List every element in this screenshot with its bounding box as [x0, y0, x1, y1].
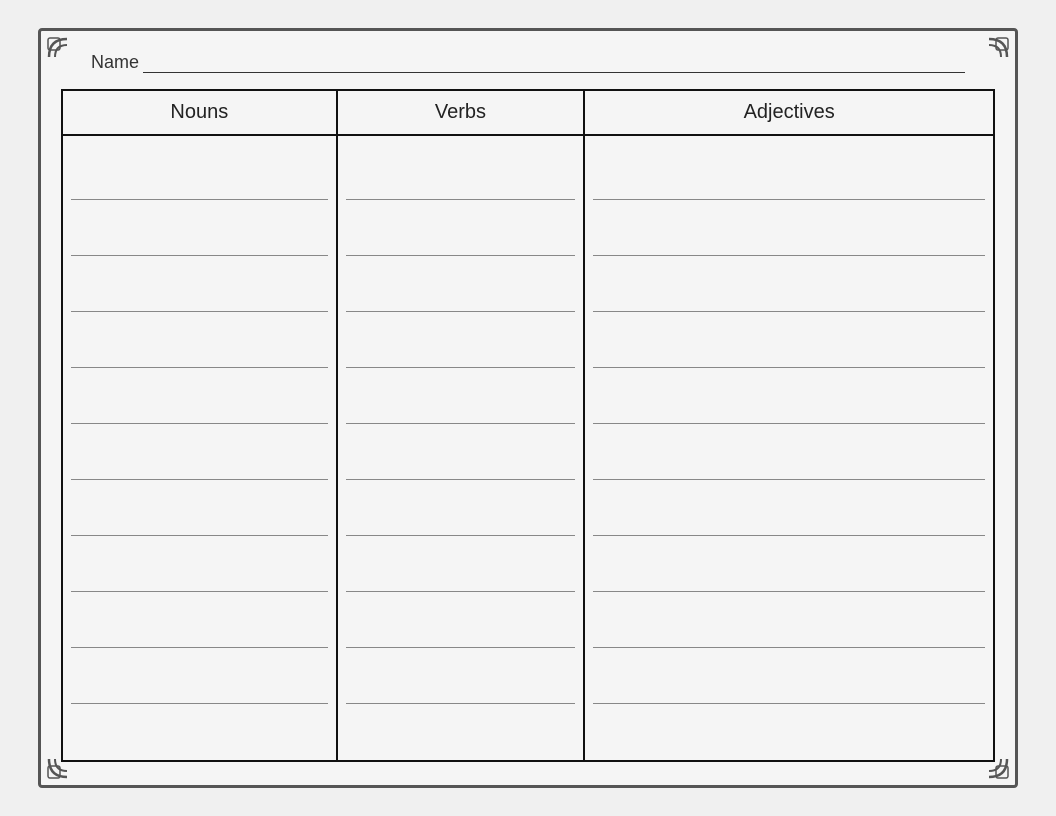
- write-line[interactable]: [346, 424, 576, 480]
- write-line[interactable]: [593, 200, 985, 256]
- corner-decoration-br: [969, 739, 1009, 779]
- write-line[interactable]: [346, 704, 576, 760]
- write-line[interactable]: [346, 312, 576, 368]
- write-line[interactable]: [71, 368, 328, 424]
- write-line[interactable]: [71, 256, 328, 312]
- write-line[interactable]: [71, 536, 328, 592]
- name-label: Name: [91, 52, 139, 73]
- write-line[interactable]: [593, 256, 985, 312]
- write-line[interactable]: [593, 592, 985, 648]
- write-line[interactable]: [71, 424, 328, 480]
- write-line[interactable]: [346, 592, 576, 648]
- write-line[interactable]: [71, 144, 328, 200]
- write-line[interactable]: [71, 312, 328, 368]
- corner-decoration-tr: [969, 37, 1009, 77]
- corner-decoration-bl: [47, 739, 87, 779]
- verbs-cell[interactable]: [337, 135, 585, 761]
- write-line[interactable]: [71, 648, 328, 704]
- write-line[interactable]: [346, 536, 576, 592]
- column-header-verbs: Verbs: [337, 90, 585, 135]
- write-line[interactable]: [71, 704, 328, 760]
- write-line[interactable]: [346, 368, 576, 424]
- corner-decoration-tl: [47, 37, 87, 77]
- write-line[interactable]: [593, 704, 985, 760]
- write-line[interactable]: [346, 144, 576, 200]
- write-line[interactable]: [346, 648, 576, 704]
- write-line[interactable]: [593, 424, 985, 480]
- name-underline[interactable]: [143, 51, 965, 73]
- column-header-nouns: Nouns: [62, 90, 337, 135]
- table-row: [62, 135, 994, 761]
- worksheet-page: Name Nouns Verbs Adjectives: [38, 28, 1018, 788]
- write-line[interactable]: [593, 536, 985, 592]
- write-line[interactable]: [593, 144, 985, 200]
- write-line[interactable]: [71, 480, 328, 536]
- write-line[interactable]: [346, 480, 576, 536]
- write-line[interactable]: [346, 256, 576, 312]
- write-line[interactable]: [346, 200, 576, 256]
- write-line[interactable]: [593, 480, 985, 536]
- name-field-row: Name: [61, 51, 995, 73]
- word-sort-table: Nouns Verbs Adjectives: [61, 89, 995, 762]
- write-line[interactable]: [71, 200, 328, 256]
- write-line[interactable]: [593, 648, 985, 704]
- column-header-adjectives: Adjectives: [584, 90, 994, 135]
- write-line[interactable]: [71, 592, 328, 648]
- adjectives-cell[interactable]: [584, 135, 994, 761]
- write-line[interactable]: [593, 312, 985, 368]
- write-line[interactable]: [593, 368, 985, 424]
- nouns-cell[interactable]: [62, 135, 337, 761]
